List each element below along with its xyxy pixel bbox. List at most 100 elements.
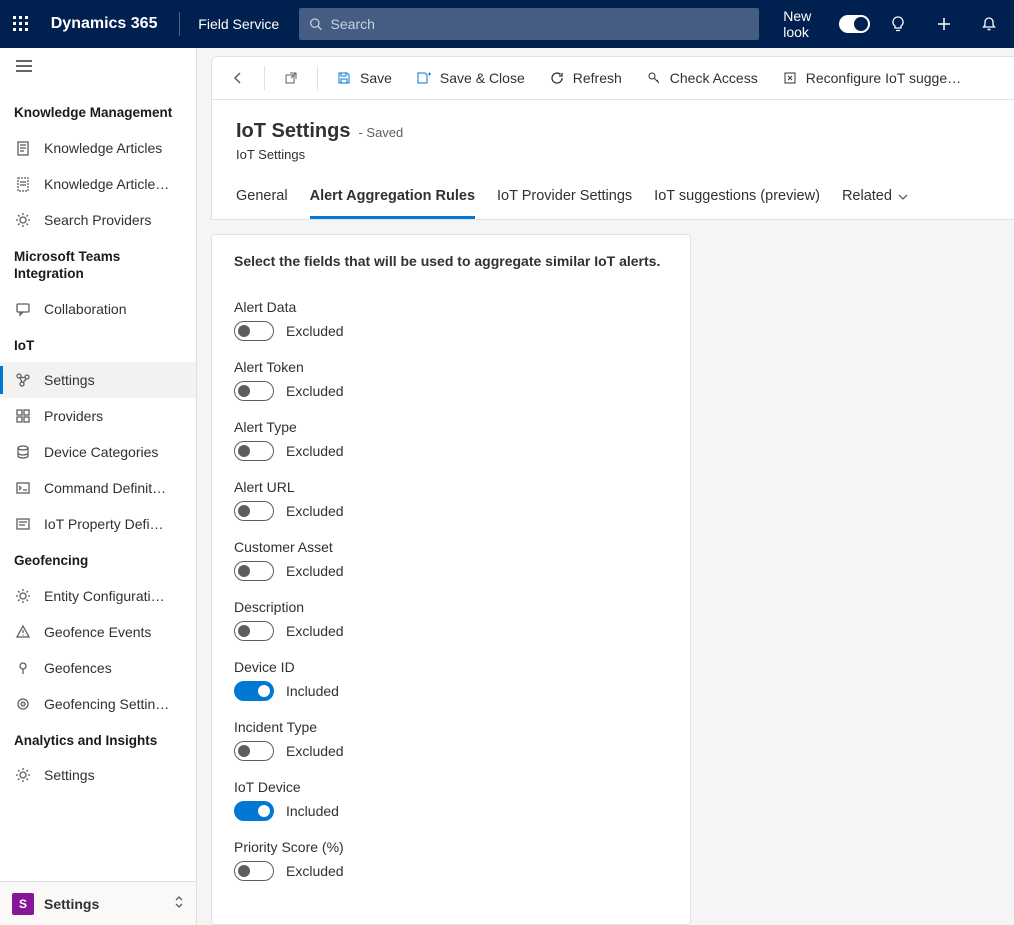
tab-general[interactable]: General — [236, 180, 288, 219]
aggregation-fields-card: Select the fields that will be used to a… — [211, 234, 691, 925]
target-icon — [14, 695, 32, 713]
flow-icon — [782, 70, 798, 86]
nav-item-label: Collaboration — [44, 301, 127, 317]
gear-icon — [14, 587, 32, 605]
new-look-label: New look — [783, 8, 830, 40]
back-arrow-icon — [230, 70, 246, 86]
search-input[interactable] — [331, 16, 750, 32]
toggle-on-icon — [839, 15, 870, 33]
nav-item-settings[interactable]: Settings — [0, 362, 196, 398]
tab-related[interactable]: Related — [842, 180, 908, 219]
toggle-customer-asset[interactable] — [234, 561, 274, 581]
collapse-nav-button[interactable] — [12, 54, 36, 78]
app-launcher-button[interactable] — [8, 8, 35, 40]
nav-item-geofence-events[interactable]: Geofence Events — [0, 614, 196, 650]
tab-iot-provider-settings[interactable]: IoT Provider Settings — [497, 180, 632, 219]
lightbulb-button[interactable] — [882, 4, 915, 44]
toggle-state-label: Excluded — [286, 863, 344, 879]
add-button[interactable] — [927, 4, 960, 44]
nav-item-search-providers[interactable]: Search Providers — [0, 202, 196, 238]
doc-dashed-icon — [14, 175, 32, 193]
nav-item-collaboration[interactable]: Collaboration — [0, 291, 196, 327]
reconfigure-label: Reconfigure IoT sugge… — [806, 70, 961, 86]
nav-item-iot-property-definitions[interactable]: IoT Property Defi… — [0, 506, 196, 542]
area-switcher[interactable]: S Settings — [0, 881, 196, 925]
nav-item-label: Device Categories — [44, 444, 158, 460]
app-name[interactable]: Field Service — [198, 16, 287, 32]
nav-item-label: Geofencing Settin… — [44, 696, 169, 712]
toggle-alert-token[interactable] — [234, 381, 274, 401]
nav-item-label: Providers — [44, 408, 103, 424]
sitemap-sidebar: Knowledge ManagementKnowledge ArticlesKn… — [0, 48, 197, 925]
toggle-state-label: Excluded — [286, 743, 344, 759]
area-label: Settings — [44, 896, 99, 912]
gear-icon — [14, 766, 32, 784]
refresh-button[interactable]: Refresh — [539, 64, 632, 92]
nav-item-label: Geofences — [44, 660, 112, 676]
field-customer-asset: Customer Asset Excluded — [234, 539, 668, 581]
tab-alert-aggregation-rules[interactable]: Alert Aggregation Rules — [310, 180, 475, 219]
toggle-state-label: Excluded — [286, 563, 344, 579]
check-access-button[interactable]: Check Access — [636, 64, 768, 92]
lightbulb-icon — [890, 16, 906, 32]
save-status: - Saved — [358, 125, 403, 140]
toggle-priority-score[interactable] — [234, 861, 274, 881]
field-label: Alert URL — [234, 479, 668, 495]
toggle-alert-url[interactable] — [234, 501, 274, 521]
new-look-toggle[interactable]: New look — [783, 8, 870, 40]
waffle-icon — [13, 16, 29, 32]
pin-icon — [14, 659, 32, 677]
nav-item-geofencing-settings[interactable]: Geofencing Settin… — [0, 686, 196, 722]
toggle-description[interactable] — [234, 621, 274, 641]
nav-item-providers[interactable]: Providers — [0, 398, 196, 434]
hamburger-icon — [16, 60, 32, 72]
nav-item-command-definitions[interactable]: Command Definit… — [0, 470, 196, 506]
nav-item-device-categories[interactable]: Device Categories — [0, 434, 196, 470]
nav-item-knowledge-articles[interactable]: Knowledge Articles — [0, 130, 196, 166]
toggle-state-label: Included — [286, 803, 339, 819]
global-header: Dynamics 365 Field Service New look — [0, 0, 1014, 48]
field-alert-token: Alert Token Excluded — [234, 359, 668, 401]
toggle-state-label: Included — [286, 683, 339, 699]
refresh-label: Refresh — [573, 70, 622, 86]
bell-icon — [981, 16, 997, 32]
toggle-state-label: Excluded — [286, 443, 344, 459]
reconfigure-button[interactable]: Reconfigure IoT sugge… — [772, 64, 971, 92]
cmd-icon — [14, 479, 32, 497]
gear-icon — [14, 211, 32, 229]
brand-name[interactable]: Dynamics 365 — [47, 15, 162, 33]
separator — [264, 66, 265, 90]
form-header: IoT Settings - Saved IoT Settings Genera… — [211, 100, 1014, 220]
separator — [179, 12, 180, 36]
nav-item-entity-configurations[interactable]: Entity Configurati… — [0, 578, 196, 614]
nodes-icon — [14, 371, 32, 389]
toggle-alert-type[interactable] — [234, 441, 274, 461]
field-label: Alert Type — [234, 419, 668, 435]
field-priority-score: Priority Score (%) Excluded — [234, 839, 668, 881]
doc-icon — [14, 139, 32, 157]
nav-item-ai-settings[interactable]: Settings — [0, 757, 196, 793]
toggle-iot-device[interactable] — [234, 801, 274, 821]
nav-item-label: Knowledge Articles — [44, 140, 162, 156]
save-button[interactable]: Save — [326, 64, 402, 92]
grid-icon — [14, 407, 32, 425]
stack-icon — [14, 443, 32, 461]
nav-item-knowledge-article-templates[interactable]: Knowledge Article… — [0, 166, 196, 202]
tab-iot-suggestions[interactable]: IoT suggestions (preview) — [654, 180, 820, 219]
nav-item-label: Command Definit… — [44, 480, 166, 496]
form-selector[interactable]: IoT Settings — [236, 147, 990, 162]
back-button[interactable] — [220, 64, 256, 92]
nav-item-geofences[interactable]: Geofences — [0, 650, 196, 686]
save-close-button[interactable]: Save & Close — [406, 64, 535, 92]
field-alert-type: Alert Type Excluded — [234, 419, 668, 461]
global-search[interactable] — [299, 8, 759, 40]
warn-icon — [14, 623, 32, 641]
toggle-alert-data[interactable] — [234, 321, 274, 341]
chat-icon — [14, 300, 32, 318]
open-in-new-button[interactable] — [273, 64, 309, 92]
key-icon — [646, 70, 662, 86]
prop-icon — [14, 515, 32, 533]
toggle-device-id[interactable] — [234, 681, 274, 701]
notifications-button[interactable] — [973, 4, 1006, 44]
toggle-incident-type[interactable] — [234, 741, 274, 761]
